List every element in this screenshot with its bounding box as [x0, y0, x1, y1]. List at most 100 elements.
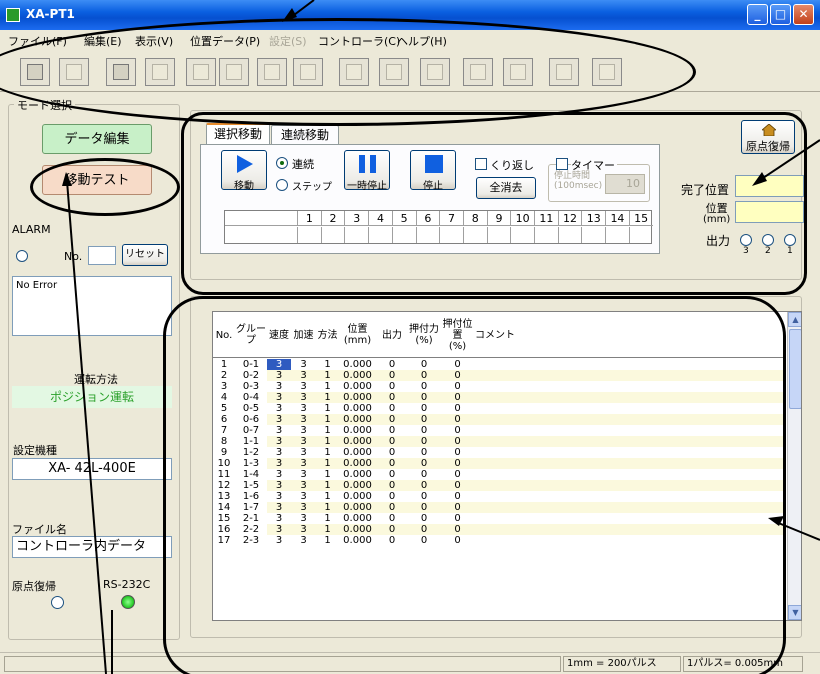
- table-cell[interactable]: 0: [440, 502, 475, 513]
- table-cell[interactable]: 0: [440, 469, 475, 480]
- table-row[interactable]: 6 0-6 3 3 1 0.000 0 0 0: [213, 414, 783, 425]
- table-cell[interactable]: 1-2: [235, 447, 267, 458]
- table-cell[interactable]: 0-2: [235, 370, 267, 381]
- table-cell[interactable]: 3: [291, 480, 316, 491]
- table-row[interactable]: 9 1-2 3 3 1 0.000 0 0 0: [213, 447, 783, 458]
- table-cell[interactable]: 3: [267, 502, 291, 513]
- table-cell[interactable]: 0.000: [339, 436, 376, 447]
- toolbar-insert-icon[interactable]: [186, 58, 216, 86]
- step-value-cell[interactable]: [391, 227, 416, 243]
- table-cell[interactable]: 3: [267, 392, 291, 403]
- table-cell[interactable]: 2: [213, 370, 235, 381]
- table-cell[interactable]: 0: [376, 414, 408, 425]
- table-cell[interactable]: 3: [291, 491, 316, 502]
- step-value-cell[interactable]: [320, 227, 345, 243]
- repeat-checkbox[interactable]: [475, 158, 487, 170]
- radio-step[interactable]: [276, 179, 288, 191]
- table-row[interactable]: 11 1-4 3 3 1 0.000 0 0 0: [213, 469, 783, 480]
- toolbar-ruler-icon[interactable]: [592, 58, 622, 86]
- toolbar-print-icon[interactable]: [503, 58, 533, 86]
- table-cell[interactable]: 0: [440, 392, 475, 403]
- table-cell[interactable]: 3: [291, 392, 316, 403]
- table-row[interactable]: 2 0-2 3 3 1 0.000 0 0 0: [213, 370, 783, 381]
- maximize-button[interactable]: □: [770, 4, 791, 25]
- table-comment-cell[interactable]: [475, 414, 783, 425]
- table-cell[interactable]: 3: [267, 414, 291, 425]
- table-cell[interactable]: 1: [316, 458, 339, 469]
- table-cell[interactable]: 3: [267, 458, 291, 469]
- menu-position-data[interactable]: 位置データ(P): [190, 33, 260, 49]
- table-cell[interactable]: 0: [440, 414, 475, 425]
- step-cell-10[interactable]: 10: [510, 211, 534, 226]
- table-row[interactable]: 17 2-3 3 3 1 0.000 0 0 0: [213, 535, 783, 546]
- table-cell[interactable]: 0-4: [235, 392, 267, 403]
- table-cell[interactable]: 1-4: [235, 469, 267, 480]
- menu-file[interactable]: ファイル(F): [8, 33, 67, 49]
- table-cell[interactable]: 0: [376, 403, 408, 414]
- table-cell[interactable]: 0: [408, 403, 440, 414]
- step-value-cell[interactable]: [368, 227, 392, 243]
- table-cell[interactable]: 0-7: [235, 425, 267, 436]
- table-cell[interactable]: 3: [267, 381, 291, 392]
- table-cell[interactable]: 0: [440, 491, 475, 502]
- step-cell-1[interactable]: 1: [297, 211, 321, 226]
- table-cell[interactable]: 10: [213, 458, 235, 469]
- table-row[interactable]: 16 2-2 3 3 1 0.000 0 0 0: [213, 524, 783, 535]
- table-cell[interactable]: 3: [291, 535, 316, 546]
- table-cell[interactable]: 0: [408, 491, 440, 502]
- table-comment-cell[interactable]: [475, 469, 783, 480]
- table-cell[interactable]: 3: [291, 436, 316, 447]
- table-cell[interactable]: 1: [316, 513, 339, 524]
- table-cell[interactable]: 3: [291, 414, 316, 425]
- step-cell-5[interactable]: 5: [391, 211, 416, 226]
- table-cell[interactable]: 0.000: [339, 359, 376, 370]
- table-cell[interactable]: 0-5: [235, 403, 267, 414]
- table-comment-cell[interactable]: [475, 447, 783, 458]
- pause-button[interactable]: 一時停止: [344, 150, 390, 192]
- table-cell[interactable]: 3: [267, 491, 291, 502]
- table-cell[interactable]: 1: [213, 359, 235, 370]
- table-cell[interactable]: 3: [291, 502, 316, 513]
- table-cell[interactable]: 1-7: [235, 502, 267, 513]
- table-cell[interactable]: 0.000: [339, 513, 376, 524]
- table-cell[interactable]: 3: [291, 524, 316, 535]
- table-cell[interactable]: 3: [267, 469, 291, 480]
- table-cell[interactable]: 3: [267, 535, 291, 546]
- table-cell[interactable]: 16: [213, 524, 235, 535]
- step-value-cell[interactable]: [415, 227, 440, 243]
- table-cell[interactable]: 1: [316, 392, 339, 403]
- table-cell[interactable]: 0: [408, 469, 440, 480]
- table-cell[interactable]: 1-6: [235, 491, 267, 502]
- step-value-cell[interactable]: [581, 227, 605, 243]
- table-cell[interactable]: 1-5: [235, 480, 267, 491]
- table-cell[interactable]: 14: [213, 502, 235, 513]
- table-row[interactable]: 14 1-7 3 3 1 0.000 0 0 0: [213, 502, 783, 513]
- table-cell[interactable]: 0: [408, 535, 440, 546]
- table-cell[interactable]: 2-1: [235, 513, 267, 524]
- table-cell[interactable]: 0: [408, 436, 440, 447]
- table-cell[interactable]: 0: [376, 469, 408, 480]
- step-value-cell[interactable]: [297, 227, 321, 243]
- table-cell[interactable]: 0: [376, 480, 408, 491]
- table-cell[interactable]: 8: [213, 436, 235, 447]
- table-comment-cell[interactable]: [475, 513, 783, 524]
- table-cell[interactable]: 0.000: [339, 491, 376, 502]
- table-cell[interactable]: 0: [440, 447, 475, 458]
- home-return-button[interactable]: 原点復帰: [741, 120, 795, 154]
- step-value-cell[interactable]: [439, 227, 463, 243]
- table-cell[interactable]: 0: [376, 502, 408, 513]
- table-cell[interactable]: 1: [316, 403, 339, 414]
- step-cell-4[interactable]: 4: [368, 211, 392, 226]
- toolbar-write-icon[interactable]: [420, 58, 450, 86]
- table-cell[interactable]: 0.000: [339, 370, 376, 381]
- table-cell[interactable]: 0: [440, 403, 475, 414]
- table-cell[interactable]: 2-2: [235, 524, 267, 535]
- table-comment-cell[interactable]: [475, 458, 783, 469]
- table-cell[interactable]: 0.000: [339, 447, 376, 458]
- table-cell[interactable]: 3: [291, 469, 316, 480]
- table-cell[interactable]: 2-3: [235, 535, 267, 546]
- table-cell[interactable]: 0: [408, 513, 440, 524]
- table-cell[interactable]: 0: [440, 513, 475, 524]
- data-edit-button[interactable]: データ編集: [42, 124, 152, 154]
- step-value-cell[interactable]: [605, 227, 629, 243]
